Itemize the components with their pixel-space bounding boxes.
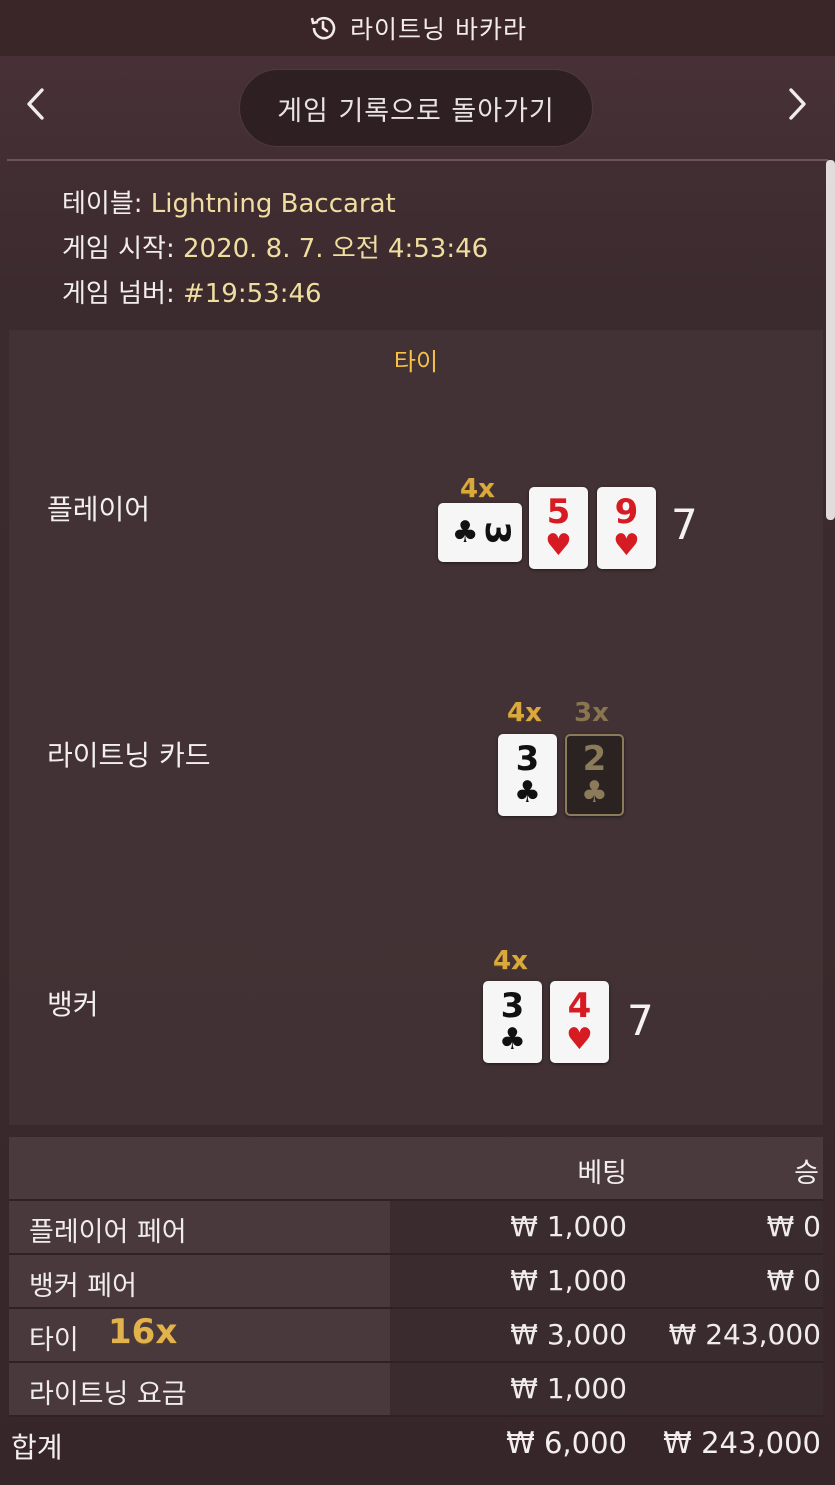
lightning-card-2: 2 ♣ <box>565 734 624 816</box>
next-game-button[interactable] <box>777 80 817 128</box>
table-total-row: 합계 ₩ 6,000 ₩ 243,000 <box>9 1415 823 1471</box>
start-time: 2020. 8. 7. 오전 4:53:46 <box>182 234 489 264</box>
heart-icon: ♥ <box>566 1022 593 1057</box>
player-label: 플레이어 <box>47 493 151 526</box>
divider <box>7 159 828 161</box>
result-label: 타이 <box>393 348 439 376</box>
banker-score: 7 <box>627 996 654 1045</box>
heart-icon: ♥ <box>613 528 640 563</box>
chevron-left-icon <box>27 88 44 120</box>
lightning-card-1: 3 ♣ <box>498 734 557 816</box>
table-line: 테이블: Lightning Baccarat <box>62 189 396 219</box>
banker-card-multiplier: 4x <box>493 946 528 976</box>
chevron-right-icon <box>789 88 806 120</box>
game-result-panel: 타이 플레이어 4x ♣ 3 5 ♥ 9 ♥ 7 라이트닝 카드 4x 3 ♣ … <box>9 330 823 1125</box>
history-icon <box>310 16 336 40</box>
lightning-card-1-multiplier: 4x <box>507 698 542 728</box>
table-name: Lightning Baccarat <box>150 189 396 219</box>
game-info: 테이블: Lightning Baccarat 게임 시작: 2020. 8. … <box>62 182 488 317</box>
table-row: 플레이어 페어 ₩ 1,000 ₩ 0 <box>9 1199 823 1253</box>
player-card-multiplier: 4x <box>460 474 495 504</box>
banker-label: 뱅커 <box>47 988 99 1021</box>
header-bar: 라이트닝 바카라 <box>0 0 835 56</box>
lightning-card-2-multiplier: 3x <box>574 698 609 728</box>
club-icon: ♣ <box>581 775 608 810</box>
club-icon: ♣ <box>514 775 541 810</box>
previous-game-button[interactable] <box>16 80 56 128</box>
page-title: 라이트닝 바카라 <box>350 15 527 44</box>
club-icon: ♣ <box>499 1022 526 1057</box>
column-bet: 베팅 <box>577 1158 627 1189</box>
tie-multiplier: 16x <box>108 1312 178 1352</box>
player-score: 7 <box>671 500 698 549</box>
banker-card-1: 3 ♣ <box>483 981 542 1063</box>
heart-icon: ♥ <box>545 528 572 563</box>
lightning-cards-label: 라이트닝 카드 <box>47 739 211 772</box>
table-row: 라이트닝 요금 ₩ 1,000 <box>9 1361 823 1415</box>
navigation-row: 게임 기록으로 돌아가기 <box>0 56 835 160</box>
back-to-history-button[interactable]: 게임 기록으로 돌아가기 <box>239 69 593 147</box>
table-row: 타이 16x ₩ 3,000 ₩ 243,000 <box>9 1307 823 1361</box>
bets-table: 베팅 승 플레이어 페어 ₩ 1,000 ₩ 0 뱅커 페어 ₩ 1,000 ₩… <box>9 1137 823 1471</box>
table-header: 베팅 승 <box>9 1137 823 1199</box>
club-icon: ♣ <box>451 514 479 550</box>
start-line: 게임 시작: 2020. 8. 7. 오전 4:53:46 <box>62 234 489 264</box>
player-card-1: ♣ 3 <box>438 503 522 562</box>
table-row: 뱅커 페어 ₩ 1,000 ₩ 0 <box>9 1253 823 1307</box>
game-number: #19:53:46 <box>182 279 322 309</box>
banker-card-2: 4 ♥ <box>550 981 609 1063</box>
scrollbar[interactable] <box>826 160 835 520</box>
header-title: 라이트닝 바카라 <box>308 10 527 46</box>
player-card-3: 9 ♥ <box>597 487 656 569</box>
player-card-2: 5 ♥ <box>529 487 588 569</box>
column-win: 승 <box>794 1158 819 1189</box>
number-line: 게임 넘버: #19:53:46 <box>62 279 322 309</box>
